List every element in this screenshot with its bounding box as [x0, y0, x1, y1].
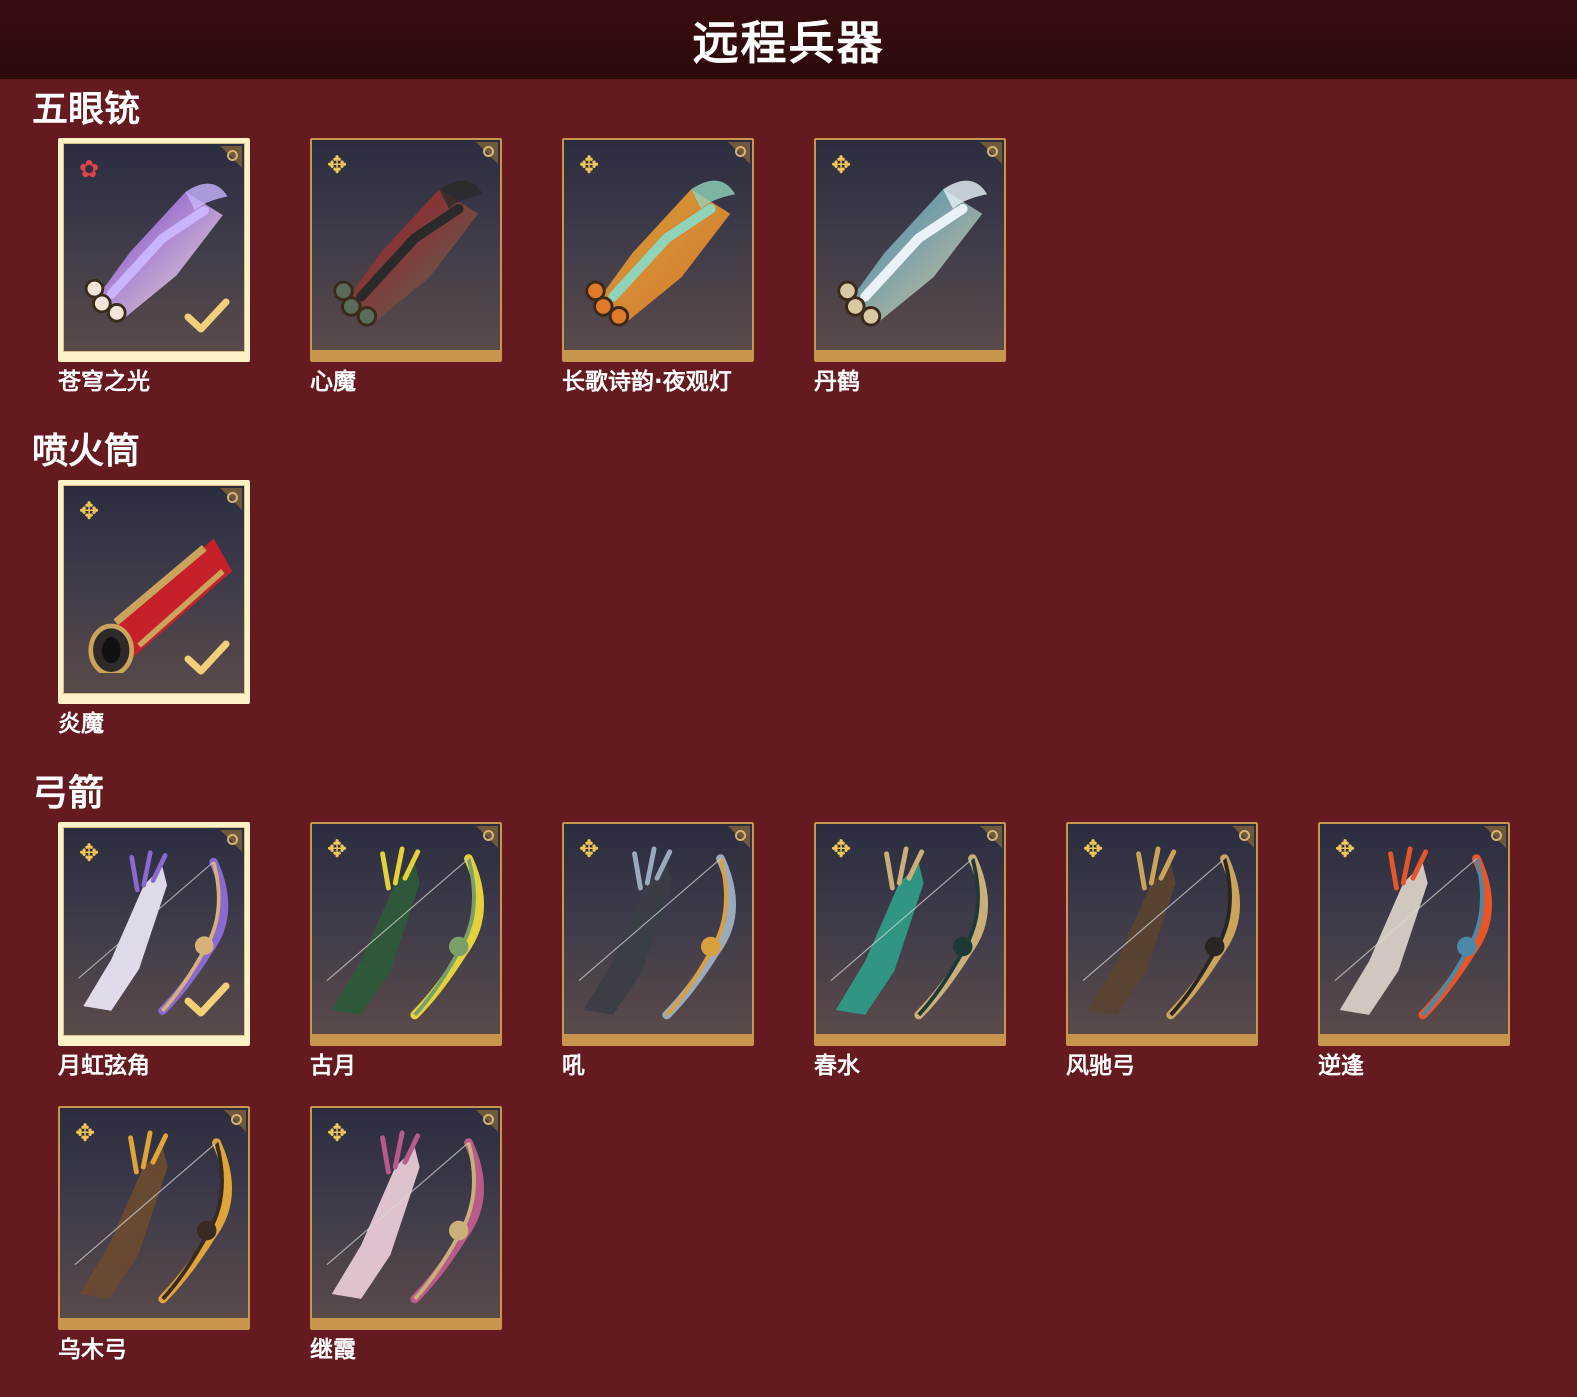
page-title: 远程兵器: [692, 15, 885, 70]
weapon-card[interactable]: ✥: [814, 138, 1006, 362]
weapon-name: 丹鹤: [814, 369, 860, 395]
gold-flower-icon: ✥: [326, 1119, 348, 1147]
gold-flower-icon: ✥: [830, 151, 852, 179]
gold-flower-icon: ✥: [1082, 835, 1104, 863]
header-bar: 远程兵器: [0, 0, 1577, 79]
weapon-image: ✥: [312, 824, 500, 1034]
weapon-image: ✥: [63, 485, 245, 694]
gold-flower-icon: ✥: [1334, 835, 1356, 863]
weapon-image: ✥: [1320, 824, 1508, 1034]
weapon-name: 继霞: [310, 1337, 356, 1363]
weapon-image: ✿: [63, 143, 245, 352]
corner-ornament-icon: [1484, 826, 1506, 848]
weapon-item[interactable]: ✥ 丹鹤: [814, 138, 1008, 396]
section-title: 五眼铳: [32, 89, 141, 130]
checkmark-icon: [184, 982, 230, 1017]
corner-ornament-icon: [1232, 826, 1254, 848]
section-title: 弓箭: [32, 773, 105, 814]
corner-ornament-icon: [728, 826, 750, 848]
weapon-item[interactable]: ✥ 古月: [310, 822, 504, 1080]
weapon-item[interactable]: ✥ 长歌诗韵·夜观灯: [562, 138, 756, 396]
weapon-card[interactable]: ✥: [562, 822, 754, 1046]
weapon-art-icon: [585, 180, 736, 327]
weapon-art-icon: [1082, 846, 1240, 1020]
weapon-card[interactable]: ✥: [310, 822, 502, 1046]
red-flower-icon: ✿: [78, 155, 100, 183]
gold-flower-icon: ✥: [78, 839, 100, 867]
weapon-name: 逆逢: [1318, 1053, 1364, 1079]
weapon-card[interactable]: ✥: [58, 822, 250, 1046]
corner-ornament-icon: [220, 146, 242, 168]
corner-ornament-icon: [476, 1110, 498, 1132]
weapon-card[interactable]: ✥: [58, 480, 250, 704]
weapon-art-icon: [326, 846, 484, 1020]
weapon-name: 风驰弓: [1066, 1053, 1135, 1079]
gold-flower-icon: ✥: [830, 835, 852, 863]
weapon-name: 吼: [562, 1053, 585, 1079]
gold-flower-icon: ✥: [78, 497, 100, 525]
weapon-card[interactable]: ✥: [310, 1106, 502, 1330]
weapon-item[interactable]: ✥ 月虹弦角: [58, 822, 252, 1080]
checkmark-icon: [184, 640, 230, 675]
weapon-art-icon: [1334, 846, 1492, 1020]
weapon-image: ✥: [816, 140, 1004, 350]
weapon-art-icon: [326, 1130, 484, 1304]
corner-ornament-icon: [220, 830, 242, 852]
weapon-item[interactable]: ✥ 逆逢: [1318, 822, 1512, 1080]
weapon-image: ✥: [60, 1108, 248, 1318]
corner-ornament-icon: [220, 488, 242, 510]
weapon-item[interactable]: ✥ 吼: [562, 822, 756, 1080]
weapon-item[interactable]: ✥ 心魔: [310, 138, 504, 396]
weapon-image: ✥: [312, 1108, 500, 1318]
weapon-name: 长歌诗韵·夜观灯: [562, 369, 732, 395]
gold-flower-icon: ✥: [578, 151, 600, 179]
corner-ornament-icon: [980, 826, 1002, 848]
weapon-card[interactable]: ✥: [814, 822, 1006, 1046]
page: 远程兵器 五眼铳 ✿ 苍穹之光 ✥ 心魔 ✥ 长歌诗韵·夜观灯 ✥ 丹鹤 喷火筒…: [0, 0, 1577, 1397]
weapon-art-icon: [578, 846, 736, 1020]
weapon-name: 春水: [814, 1053, 860, 1079]
weapon-item[interactable]: ✥ 炎魔: [58, 480, 252, 738]
corner-ornament-icon: [980, 142, 1002, 164]
weapon-card[interactable]: ✥: [562, 138, 754, 362]
weapon-card[interactable]: ✿: [58, 138, 250, 362]
gold-flower-icon: ✥: [326, 835, 348, 863]
weapon-item[interactable]: ✥ 风驰弓: [1066, 822, 1260, 1080]
weapon-item[interactable]: ✥ 继霞: [310, 1106, 504, 1364]
weapon-image: ✥: [816, 824, 1004, 1034]
weapon-card[interactable]: ✥: [310, 138, 502, 362]
weapon-image: ✥: [63, 827, 245, 1036]
weapon-name: 苍穹之光: [58, 369, 150, 395]
weapon-art-icon: [830, 846, 988, 1020]
corner-ornament-icon: [476, 142, 498, 164]
weapon-image: ✥: [1068, 824, 1256, 1034]
weapon-name: 心魔: [310, 369, 356, 395]
checkmark-icon: [184, 298, 230, 333]
weapon-card[interactable]: ✥: [1066, 822, 1258, 1046]
weapon-card[interactable]: ✥: [1318, 822, 1510, 1046]
weapon-art-icon: [74, 1130, 232, 1304]
weapon-image: ✥: [564, 140, 752, 350]
gold-flower-icon: ✥: [326, 151, 348, 179]
corner-ornament-icon: [728, 142, 750, 164]
weapon-name: 乌木弓: [58, 1337, 127, 1363]
weapon-image: ✥: [564, 824, 752, 1034]
gold-flower-icon: ✥: [74, 1119, 96, 1147]
weapon-item[interactable]: ✥ 春水: [814, 822, 1008, 1080]
corner-ornament-icon: [476, 826, 498, 848]
weapon-item[interactable]: ✥ 乌木弓: [58, 1106, 252, 1364]
section-title: 喷火筒: [32, 431, 141, 472]
weapon-item[interactable]: ✿ 苍穹之光: [58, 138, 252, 396]
gold-flower-icon: ✥: [578, 835, 600, 863]
weapon-art-icon: [837, 180, 988, 327]
weapon-art-icon: [333, 180, 484, 327]
corner-ornament-icon: [224, 1110, 246, 1132]
weapon-name: 炎魔: [58, 711, 104, 737]
weapon-name: 月虹弦角: [58, 1053, 150, 1079]
weapon-image: ✥: [312, 140, 500, 350]
weapon-card[interactable]: ✥: [58, 1106, 250, 1330]
weapon-name: 古月: [310, 1053, 356, 1079]
